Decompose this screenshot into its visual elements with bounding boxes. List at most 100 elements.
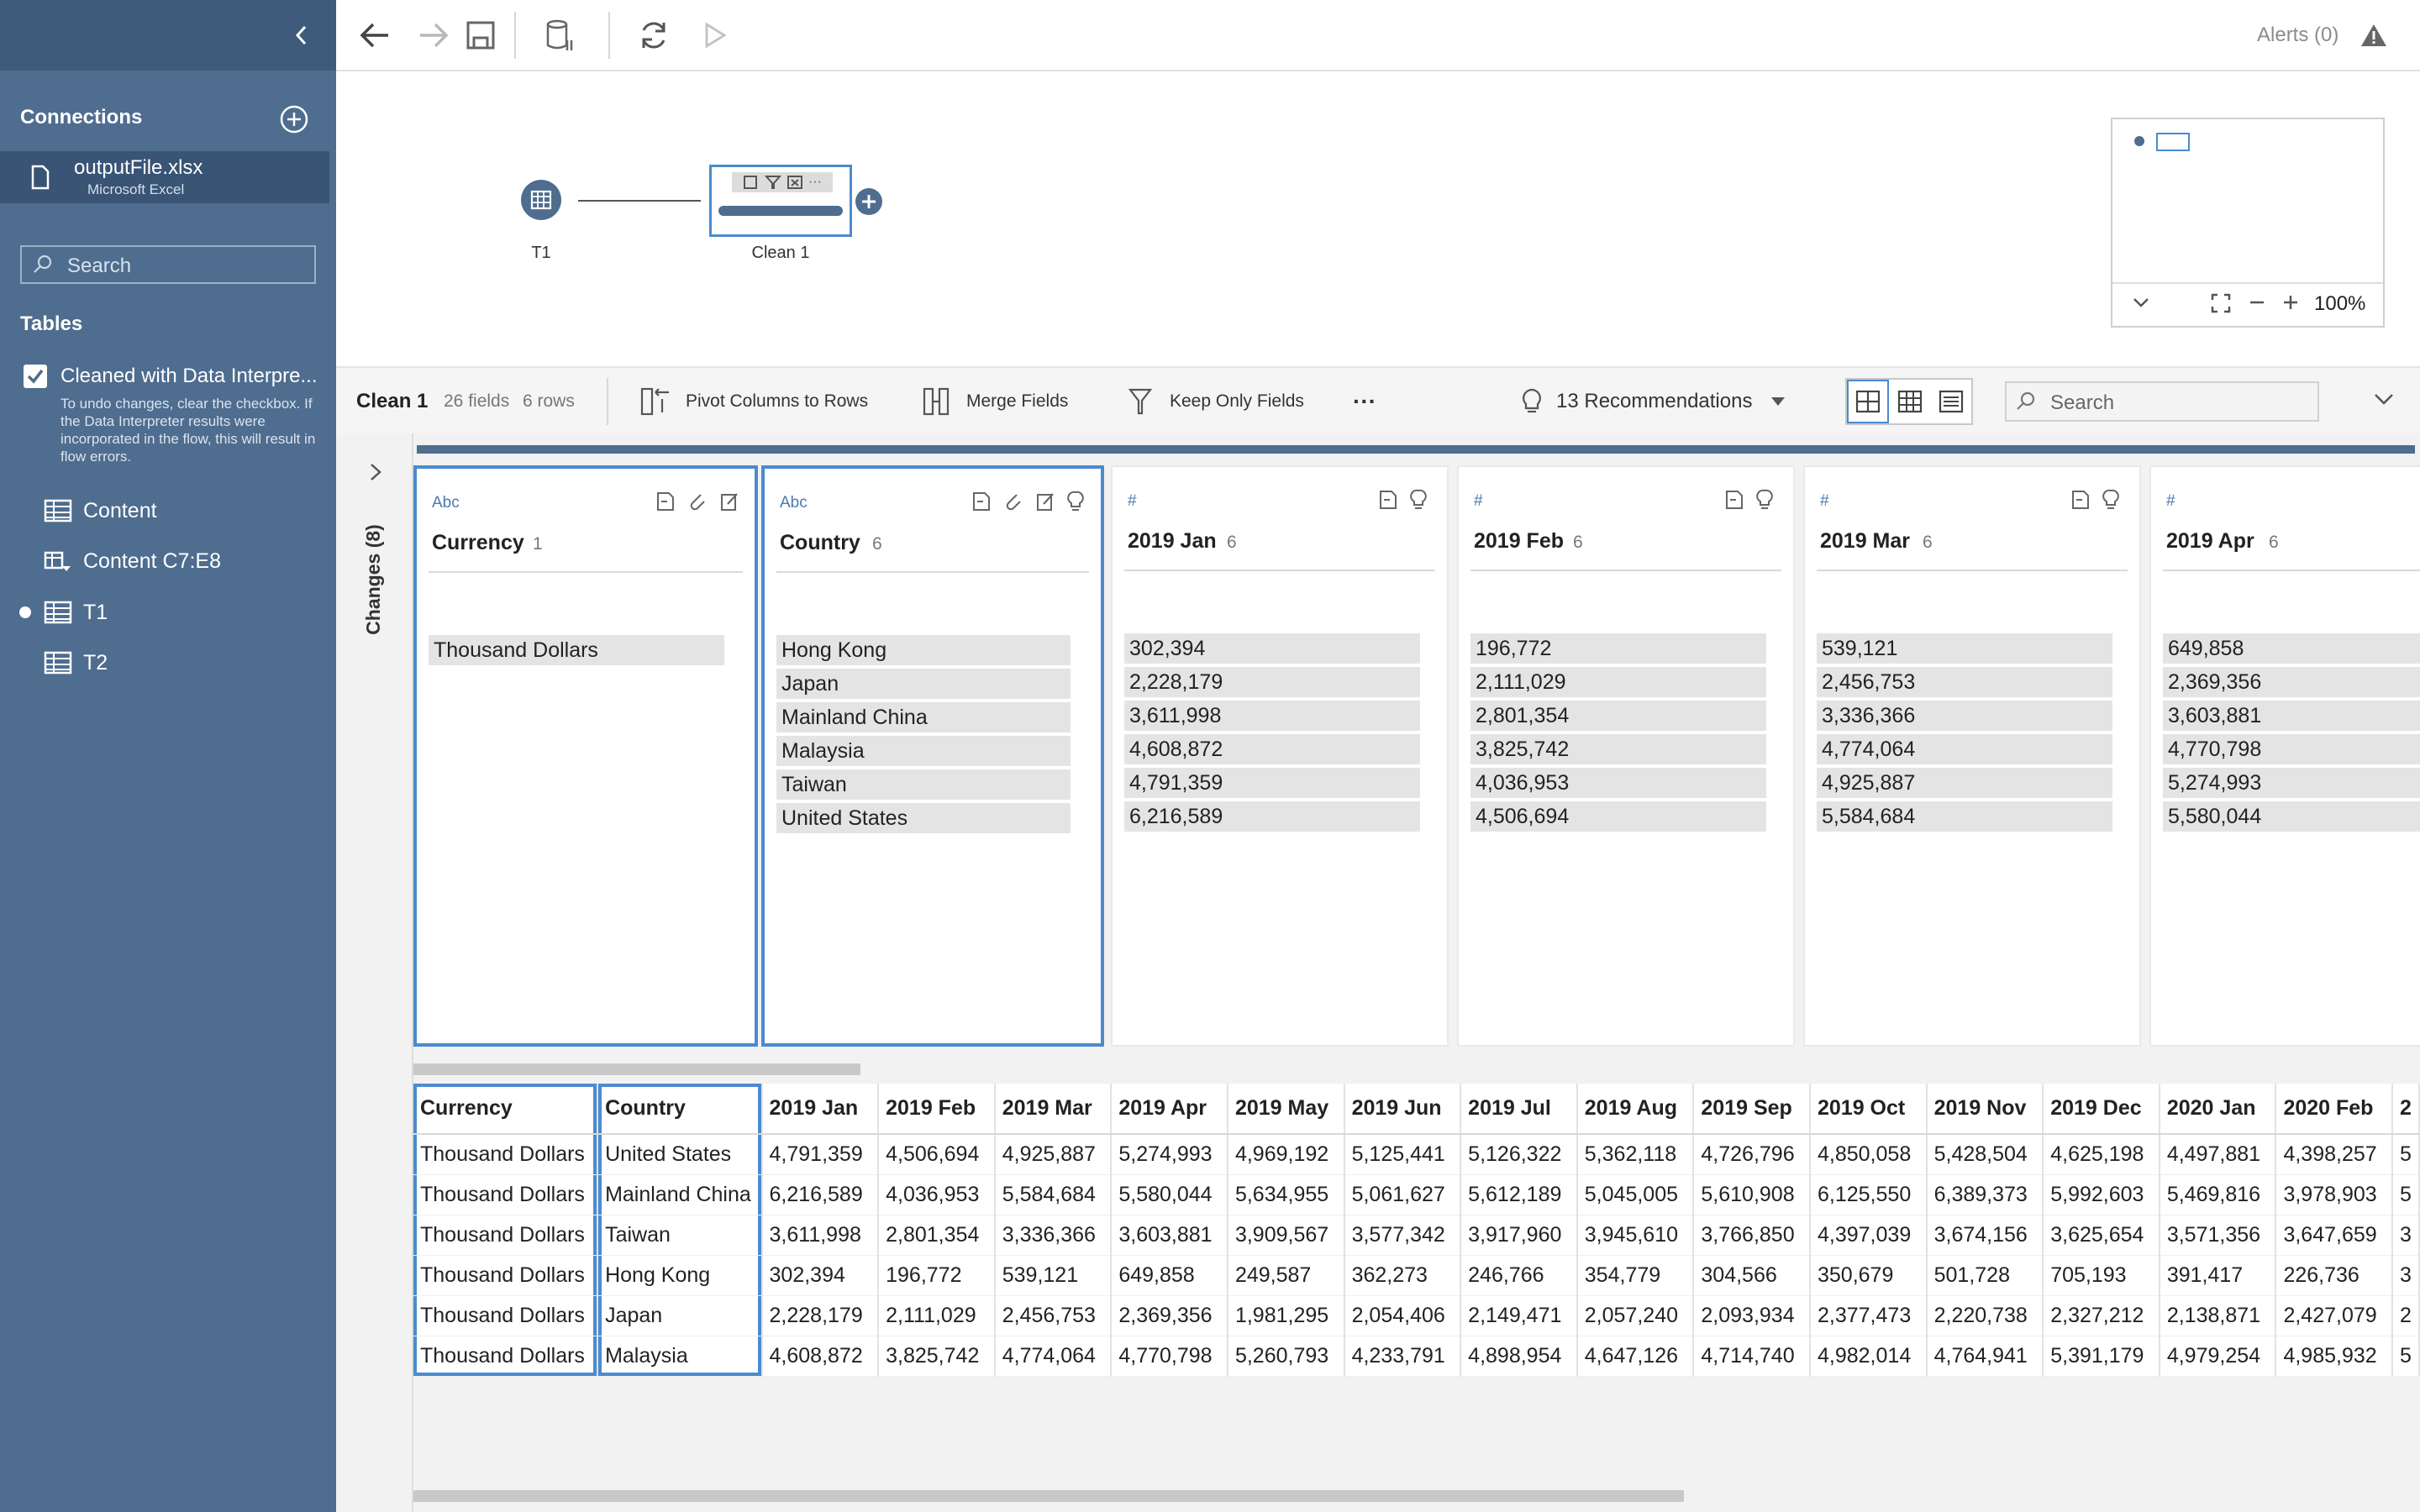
input-node[interactable] [521,180,561,220]
field-name[interactable]: 2019 Feb [1474,529,1564,554]
table-cell[interactable]: 3,611,998 [761,1215,880,1256]
note-icon[interactable] [971,491,992,512]
table-cell[interactable]: 5,391,179 [2043,1336,2160,1377]
refresh-icon[interactable] [637,18,671,52]
table-cell[interactable]: 4,647,126 [1576,1336,1695,1377]
table-cell[interactable]: 2,149,471 [1460,1295,1578,1336]
table-cell[interactable]: 246,766 [1460,1255,1578,1296]
value-bar[interactable]: Japan [776,669,1071,699]
table-cell[interactable]: 3,917,960 [1460,1215,1578,1256]
table-cell[interactable]: 4,925,887 [994,1134,1113,1175]
warning-icon[interactable] [2360,22,2388,49]
table-cell[interactable]: Taiwan [597,1215,763,1256]
data-interpreter-checkbox[interactable] [24,365,47,388]
column-header[interactable]: 2019 Feb [878,1084,996,1135]
value-bar[interactable]: 3,336,366 [1817,701,2112,731]
table-cell[interactable]: 3,674,156 [1926,1215,2044,1256]
column-header[interactable]: 2020 Jan [2159,1084,2277,1135]
field-name[interactable]: 2019 Jan [1128,529,1217,554]
table-cell[interactable]: 3,766,850 [1693,1215,1811,1256]
table-cell[interactable]: 2,377,473 [1810,1295,1928,1336]
table-cell[interactable]: 4,850,058 [1810,1134,1928,1175]
value-bar[interactable]: 2,801,354 [1470,701,1766,731]
table-cell[interactable]: 4,397,039 [1810,1215,1928,1256]
table-cell[interactable]: 3,647,659 [2275,1215,2394,1256]
value-bar[interactable]: United States [776,803,1071,833]
keep-only-fields-button[interactable]: Keep Only Fields [1128,368,1304,435]
column-header[interactable]: 2019 May [1227,1084,1345,1135]
table-cell[interactable]: 649,858 [1111,1255,1228,1296]
table-cell[interactable]: 5,125,441 [1344,1134,1462,1175]
table-cell[interactable]: 4,036,953 [878,1174,996,1215]
value-bar[interactable]: 5,584,684 [1817,801,2112,832]
table-cell[interactable]: 5,634,955 [1227,1174,1345,1215]
profile-card-2019-feb[interactable]: # 2019 Feb 6 196,772 2,111,029 2,801,354… [1457,465,1795,1047]
table-cell[interactable]: 3 [2392,1215,2420,1256]
table-cell[interactable]: 3,603,881 [1111,1215,1228,1256]
table-cell[interactable]: 4,726,796 [1693,1134,1811,1175]
field-name[interactable]: Country [780,531,860,555]
profile-card-country[interactable]: Abc Country 6 Hong Kong Japan Mainland C… [761,465,1104,1047]
table-cell[interactable]: 3 [2392,1255,2420,1296]
value-bar[interactable]: 4,506,694 [1470,801,1766,832]
table-cell[interactable]: 5,126,322 [1460,1134,1578,1175]
table-cell[interactable]: 5,610,908 [1693,1174,1811,1215]
table-cell[interactable]: 3,625,654 [2043,1215,2160,1256]
table-cell[interactable]: 354,779 [1576,1255,1695,1296]
back-arrow-icon[interactable] [358,20,392,50]
table-cell[interactable]: 4,969,192 [1227,1134,1345,1175]
table-cell[interactable]: 4,506,694 [878,1134,996,1175]
chevron-down-icon[interactable] [2131,292,2151,312]
table-cell[interactable]: Thousand Dollars [413,1215,599,1256]
table-cell[interactable]: 196,772 [878,1255,996,1296]
sidebar-table-t2[interactable]: T2 [0,643,336,682]
lightbulb-icon[interactable] [1410,489,1427,511]
table-cell[interactable]: 249,587 [1227,1255,1345,1296]
table-cell[interactable]: 2,138,871 [2159,1295,2277,1336]
table-cell[interactable]: Thousand Dollars [413,1174,599,1215]
table-cell[interactable]: 3,909,567 [1227,1215,1345,1256]
value-bar[interactable]: 4,036,953 [1470,768,1766,798]
fit-to-screen-icon[interactable] [2210,292,2232,314]
table-cell[interactable]: 4,608,872 [761,1336,880,1377]
table-cell[interactable]: 2,369,356 [1111,1295,1228,1336]
field-name[interactable]: 2019 Apr [2166,529,2254,554]
table-cell[interactable]: 5,260,793 [1227,1336,1345,1377]
step-name[interactable]: Clean 1 [356,368,428,435]
zoom-out-icon[interactable] [2247,292,2267,312]
recommendations-button[interactable]: 13 Recommendations [1521,368,1786,435]
lightbulb-icon[interactable] [2102,489,2119,511]
table-cell[interactable]: 4,898,954 [1460,1336,1578,1377]
number-type-icon[interactable]: # [1128,492,1137,511]
value-bar[interactable]: 5,274,993 [2163,768,2420,798]
more-options-button[interactable]: ··· [1353,368,1376,435]
table-cell[interactable]: 501,728 [1926,1255,2044,1296]
value-bar[interactable]: 5,580,044 [2163,801,2420,832]
table-cell[interactable]: 5,061,627 [1344,1174,1462,1215]
value-bar[interactable]: 4,608,872 [1124,734,1420,764]
sidebar-search-input[interactable]: Search [20,245,316,284]
table-cell[interactable]: 5,584,684 [994,1174,1113,1215]
number-type-icon[interactable]: # [1820,492,1829,511]
table-cell[interactable]: Hong Kong [597,1255,763,1296]
table-cell[interactable]: Thousand Dollars [413,1134,599,1175]
value-bar[interactable]: 4,791,359 [1124,768,1420,798]
note-icon[interactable] [1378,489,1398,511]
add-step-icon[interactable] [855,188,882,215]
sidebar-table-t1[interactable]: T1 [0,593,336,632]
table-cell[interactable]: 2,054,406 [1344,1295,1462,1336]
column-header[interactable]: 2019 Jan [761,1084,880,1135]
table-cell[interactable]: 4,764,941 [1926,1336,2044,1377]
value-bar[interactable]: 4,925,887 [1817,768,2112,798]
sidebar-table-content[interactable]: Content [0,491,336,530]
column-header[interactable]: 2019 Sep [1693,1084,1811,1135]
table-cell[interactable]: 4,979,254 [2159,1336,2277,1377]
table-cell[interactable]: 2,801,354 [878,1215,996,1256]
profile-card-currency[interactable]: Abc Currency 1 Thousand Dollars [413,465,758,1047]
connection-item[interactable]: outputFile.xlsx Microsoft Excel [0,151,329,203]
table-cell[interactable]: 2 [2392,1295,2420,1336]
value-bar[interactable]: 2,228,179 [1124,667,1420,697]
table-cell[interactable]: 302,394 [761,1255,880,1296]
string-type-icon[interactable]: Abc [432,494,460,512]
value-bar[interactable]: 539,121 [1817,633,2112,664]
